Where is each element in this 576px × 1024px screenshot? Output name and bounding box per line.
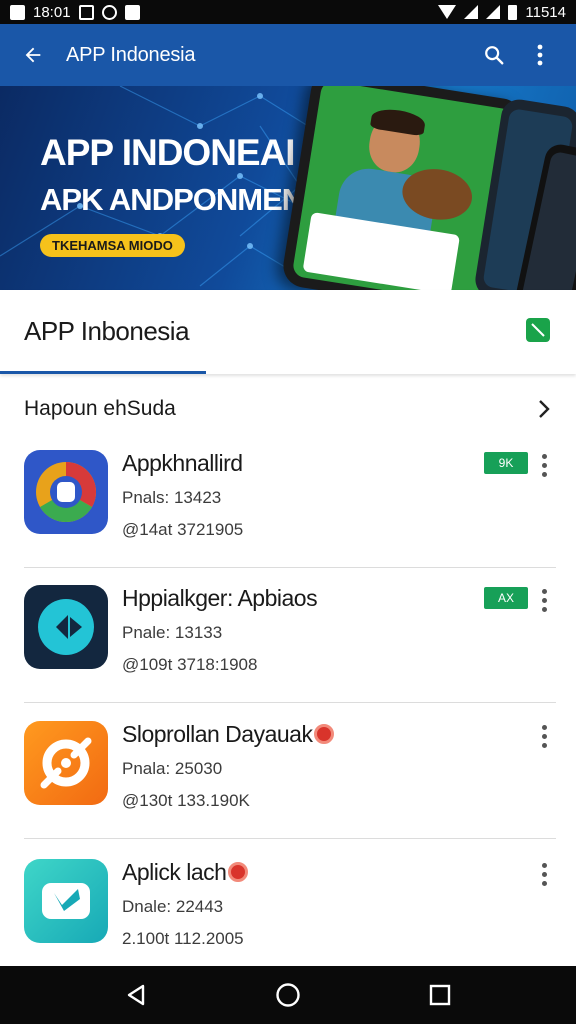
chrome-like-icon (24, 450, 108, 534)
sync-icon (101, 4, 117, 20)
alert-badge-icon (314, 723, 335, 744)
divider (24, 838, 556, 839)
app-name: Appkhnallird (122, 450, 243, 476)
search-icon[interactable] (474, 35, 514, 75)
wifi-icon (438, 5, 457, 19)
status-bar: 18:01 11514 (0, 0, 576, 24)
signal-icon (464, 5, 479, 19)
more-options-icon[interactable] (532, 450, 556, 480)
play-arrow-icon (24, 585, 108, 669)
app-meta: Pnala: 25030 (122, 759, 223, 778)
more-options-icon[interactable] (532, 585, 556, 615)
orange-disc-icon (24, 721, 108, 805)
app-name-text: Aplick lach (122, 859, 227, 885)
status-time-left: 18:01 (33, 3, 71, 21)
app-bar: APP Indonesia (0, 24, 576, 86)
status-time-right: 11514 (525, 3, 566, 21)
promo-banner[interactable]: APP INDONEAI APK ANDPONMENU TKEHAMSA MIO… (0, 86, 576, 290)
page-title: APP Inbonesia (24, 316, 190, 346)
app-meta: Pnale: 13133 (122, 623, 223, 642)
app-meta: Dnale: 22443 (122, 897, 224, 916)
system-nav-bar (0, 966, 576, 1024)
page-header: APP Inbonesia (0, 290, 576, 374)
app-name: Aplick lach (122, 859, 249, 886)
list-item[interactable]: Sloprollan Dayauak Pnala: 25030 @130t 13… (0, 703, 576, 839)
search-card-shape (302, 211, 461, 290)
back-triangle-icon[interactable] (116, 975, 156, 1015)
status-right: 11514 (438, 4, 566, 21)
chevron-right-icon[interactable] (532, 397, 556, 421)
app-name-text: Sloprollan Dayauak (122, 721, 313, 747)
list-item[interactable]: Appkhnallird Pnals: 13423 @14at 3721905 … (0, 432, 576, 568)
home-circle-icon[interactable] (268, 975, 308, 1015)
app-stats: @130t 133.190K (122, 791, 250, 810)
overflow-menu-icon[interactable] (520, 35, 560, 75)
alert-badge-icon (228, 861, 249, 882)
back-arrow-icon[interactable] (16, 38, 50, 72)
app-stats: @109t 3718:1908 (122, 655, 258, 674)
gallery-icon (78, 4, 94, 20)
app-meta: Pnals: 13423 (122, 488, 222, 507)
recents-square-icon[interactable] (420, 975, 460, 1015)
notification-icon (10, 4, 25, 20)
list-item[interactable]: Hppialkger: Apbiaos Pnale: 13133 @109t 3… (0, 567, 576, 703)
app-name: Sloprollan Dayauak (122, 721, 335, 748)
more-options-icon[interactable] (532, 859, 556, 889)
banner-cta-pill[interactable]: TKEHAMSA MIODO (40, 234, 185, 257)
app-stats: 2.100t 112.2005 (122, 929, 244, 948)
signal-2-icon (486, 5, 501, 19)
teal-message-icon (24, 859, 108, 943)
rating-tag: AX (484, 587, 528, 609)
more-options-icon[interactable] (532, 721, 556, 751)
app-name: Hppialkger: Apbiaos (122, 585, 318, 611)
status-left: 18:01 (10, 4, 140, 21)
app-stats: @14at 3721905 (122, 520, 244, 539)
tab-indicator (0, 371, 206, 374)
rating-tag: 9K (484, 452, 528, 474)
section-header[interactable]: Hapoun ehSuda (24, 394, 556, 424)
banner-headline: APP INDONEAI (40, 132, 296, 173)
battery-icon (508, 4, 518, 20)
section-title: Hapoun ehSuda (24, 397, 176, 420)
bookmark-icon (124, 4, 140, 20)
verified-badge-icon[interactable] (526, 318, 550, 342)
banner-subheadline: APK ANDPONMENU (40, 182, 326, 217)
list-item[interactable]: Aplick lach Dnale: 22443 2.100t 112.2005 (0, 841, 576, 977)
app-bar-title: APP Indonesia (66, 43, 196, 66)
